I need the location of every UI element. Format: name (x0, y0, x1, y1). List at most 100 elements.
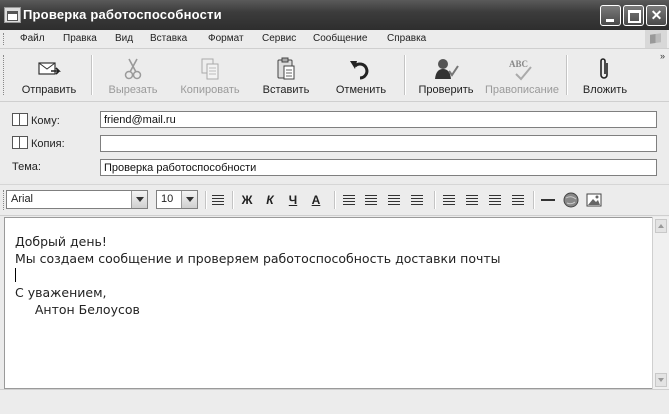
menu-edit[interactable]: Правка (63, 33, 97, 44)
insert-link-button[interactable] (562, 191, 580, 209)
message-text: Добрый день! Мы создаем сообщение и пров… (15, 233, 501, 318)
font-color-button[interactable]: А (307, 191, 325, 209)
bold-button[interactable]: Ж (238, 191, 256, 209)
font-size-select[interactable]: 10 (156, 190, 198, 209)
cut-button[interactable]: Вырезать (100, 51, 166, 99)
address-book-icon (12, 136, 28, 149)
maximize-button[interactable] (623, 5, 644, 26)
menu-grip (3, 33, 6, 45)
text-caret (15, 268, 16, 282)
format-separator (205, 191, 207, 209)
underline-button[interactable]: Ч (284, 191, 302, 209)
spelling-check-mark (515, 66, 532, 81)
paperclip-icon (600, 58, 608, 79)
message-line-caret (15, 267, 501, 284)
send-icon (38, 62, 61, 75)
toolbar-separator (404, 55, 406, 95)
font-select-value: Arial (11, 193, 34, 205)
check-names-button[interactable]: Проверить (412, 51, 480, 99)
undo-label: Отменить (335, 84, 387, 96)
chevron-down-icon[interactable] (131, 191, 147, 208)
to-label-button[interactable]: Кому: (12, 113, 60, 127)
scroll-down-icon[interactable] (655, 373, 667, 387)
toolbar-overflow-chevron-icon[interactable]: » (660, 51, 665, 61)
send-label: Отправить (21, 84, 77, 96)
attach-button[interactable]: Вложить (574, 51, 636, 99)
align-right-button[interactable] (486, 191, 504, 209)
justify-icon (512, 195, 524, 205)
message-body[interactable]: Добрый день! Мы создаем сообщение и пров… (4, 217, 653, 389)
status-bar (0, 389, 669, 414)
cut-label: Вырезать (108, 84, 158, 96)
format-separator (232, 191, 234, 209)
attach-label: Вложить (582, 84, 628, 96)
decrease-indent-button[interactable] (385, 191, 403, 209)
toolbar-grip (3, 55, 6, 95)
windows-logo-icon (645, 30, 667, 48)
main-toolbar: Отправить Вырезать Копировать Вставить О… (0, 49, 669, 102)
close-button[interactable]: ✕ (646, 5, 667, 26)
justify-button[interactable] (509, 191, 527, 209)
cc-label-button[interactable]: Копия: (12, 136, 65, 150)
to-field[interactable] (100, 111, 657, 128)
message-line: С уважением, (15, 285, 107, 300)
message-line: Добрый день! (15, 234, 107, 249)
menu-view[interactable]: Вид (115, 33, 133, 44)
align-center-button[interactable] (463, 191, 481, 209)
menu-bar: Файл Правка Вид Вставка Формат Сервис Со… (0, 30, 669, 49)
paste-icon (277, 57, 295, 80)
format-toolbar: Arial 10 Ж К Ч А (0, 184, 669, 216)
insert-picture-button[interactable] (585, 191, 603, 209)
align-left-icon (443, 195, 455, 205)
vertical-scrollbar[interactable] (652, 217, 669, 389)
compose-window: Проверка работоспособности ✕ Файл Правка… (0, 0, 669, 414)
align-left-button[interactable] (440, 191, 458, 209)
check-names-icon (435, 59, 459, 79)
paste-button[interactable]: Вставить (254, 51, 318, 99)
paste-label: Вставить (262, 84, 310, 96)
chevron-down-icon[interactable] (181, 191, 197, 208)
menu-help[interactable]: Справка (387, 33, 426, 44)
align-right-icon (489, 195, 501, 205)
subject-field[interactable] (100, 159, 657, 176)
bullet-list-icon (365, 195, 377, 205)
numbered-list-icon (343, 195, 355, 205)
send-button[interactable]: Отправить (14, 51, 84, 99)
align-center-icon (466, 195, 478, 205)
message-window-icon (4, 7, 21, 23)
window-title: Проверка работоспособности (23, 7, 222, 22)
toolbar-separator (566, 55, 568, 95)
menu-insert[interactable]: Вставка (150, 33, 187, 44)
menu-format[interactable]: Формат (208, 33, 244, 44)
copy-label: Копировать (180, 84, 240, 96)
scroll-up-icon[interactable] (655, 219, 667, 233)
copy-button[interactable]: Копировать (174, 51, 246, 99)
italic-button[interactable]: К (261, 191, 279, 209)
undo-button[interactable]: Отменить (326, 51, 396, 99)
menu-message[interactable]: Сообщение (313, 33, 367, 44)
spelling-button[interactable]: ABC Правописание (482, 51, 562, 99)
menu-file[interactable]: Файл (20, 33, 45, 44)
check-names-label: Проверить (418, 84, 474, 96)
numbered-list-button[interactable] (340, 191, 358, 209)
horizontal-line-button[interactable] (539, 191, 557, 209)
increase-indent-button[interactable] (408, 191, 426, 209)
cc-field[interactable] (100, 135, 657, 152)
format-separator (533, 191, 535, 209)
font-size-value: 10 (161, 193, 174, 205)
undo-icon (350, 61, 369, 80)
subject-label: Тема: (12, 161, 41, 173)
scissors-icon (124, 58, 142, 80)
font-select[interactable]: Arial (6, 190, 148, 209)
menu-tools[interactable]: Сервис (262, 33, 296, 44)
cc-label: Копия: (31, 138, 65, 150)
globe-link-icon (563, 192, 579, 208)
spelling-label: Правописание (484, 84, 560, 96)
to-label: Кому: (31, 115, 60, 127)
paragraph-style-button[interactable] (209, 191, 227, 209)
spelling-icon: ABC (509, 57, 535, 81)
minimize-button[interactable] (600, 5, 621, 26)
bullet-list-button[interactable] (362, 191, 380, 209)
format-separator (334, 191, 336, 209)
decrease-indent-icon (388, 195, 400, 205)
